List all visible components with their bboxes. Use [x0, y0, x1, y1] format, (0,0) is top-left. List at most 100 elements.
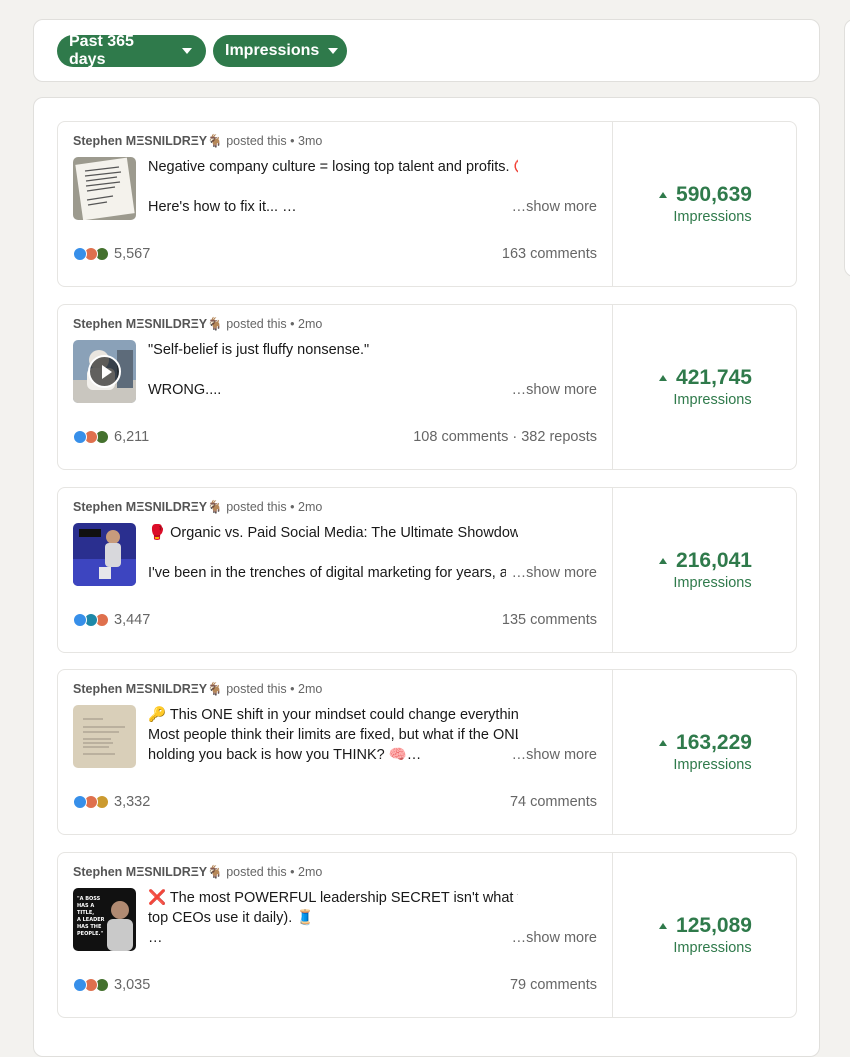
post-byline: Stephen MΞSNILDRΞY🐐 posted this • 2mo: [73, 500, 322, 515]
posted-label: posted this: [226, 317, 287, 331]
post-thumbnail[interactable]: [73, 157, 136, 220]
impressions-label: Impressions: [673, 757, 752, 773]
reactions[interactable]: 3,035: [73, 977, 150, 993]
post-text[interactable]: ❌ The most POWERFUL leadership SECRET is…: [148, 888, 518, 948]
metric-label: Impressions: [225, 42, 320, 59]
post-byline: Stephen MΞSNILDRΞY🐐 posted this • 2mo: [73, 317, 322, 332]
post-thumbnail[interactable]: [73, 340, 136, 403]
byline-separator: •: [290, 317, 295, 331]
impressions-number: 421,745: [676, 366, 752, 389]
post-card[interactable]: Stephen MΞSNILDRΞY🐐 posted this • 2mo 🔑 …: [57, 669, 797, 835]
author-name[interactable]: Stephen MΞSNILDRΞY🐐: [73, 317, 223, 331]
post-text-line: Most people think their limits are fixed…: [148, 727, 518, 743]
post-thumbnail[interactable]: [73, 523, 136, 586]
byline-separator: •: [290, 500, 295, 514]
post-text-line: …: [148, 930, 163, 946]
show-more-link[interactable]: …show more: [505, 930, 597, 946]
impressions-panel: 421,745 Impressions: [613, 305, 798, 469]
post-text[interactable]: 🔑 This ONE shift in your mindset could c…: [148, 705, 518, 765]
engagement-counts[interactable]: 74 comments: [510, 794, 597, 810]
post-card[interactable]: Stephen MΞSNILDRΞY🐐 posted this • 2mo "S…: [57, 304, 797, 470]
reaction-count[interactable]: 5,567: [114, 246, 150, 262]
impressions-number: 163,229: [676, 731, 752, 754]
reaction-count[interactable]: 3,332: [114, 794, 150, 810]
post-text-line: ❌ The most POWERFUL leadership SECRET is…: [148, 890, 518, 906]
svg-text:HAS THE: HAS THE: [77, 924, 102, 930]
impressions-value: 163,229: [659, 731, 752, 755]
post-text[interactable]: Negative company culture = losing top ta…: [148, 157, 518, 217]
engagement-counts[interactable]: 163 comments: [502, 246, 597, 262]
engagement-counts[interactable]: 79 comments: [510, 977, 597, 993]
reaction-like-icon: [73, 430, 87, 444]
author-name[interactable]: Stephen MΞSNILDRΞY🐐: [73, 134, 223, 148]
post-text-line: Here's how to fix it... …: [148, 199, 297, 215]
impressions-number: 216,041: [676, 549, 752, 572]
date-range-dropdown[interactable]: Past 365 days: [57, 33, 206, 68]
reactions[interactable]: 3,332: [73, 794, 150, 810]
show-more-link[interactable]: …show more: [505, 382, 597, 398]
impressions-panel: 216,041 Impressions: [613, 488, 798, 652]
post-age: 2mo: [298, 500, 323, 514]
impressions-value: 216,041: [659, 549, 752, 573]
svg-text:PEOPLE.": PEOPLE.": [77, 931, 103, 937]
post-list: Stephen MΞSNILDRΞY🐐 posted this • 3mo Ne…: [33, 97, 820, 1057]
post-text-line: [148, 543, 518, 563]
reaction-count[interactable]: 3,035: [114, 977, 150, 993]
reaction-count[interactable]: 6,211: [114, 429, 149, 445]
post-text-line: 🔑 This ONE shift in your mindset could c…: [148, 707, 518, 723]
show-more-link[interactable]: …show more: [505, 747, 597, 763]
metric-dropdown[interactable]: Impressions: [213, 35, 347, 67]
post-summary: Stephen MΞSNILDRΞY🐐 posted this • 2mo "S…: [58, 305, 613, 469]
byline-separator: •: [290, 682, 295, 696]
post-text-line: "Self-belief is just fluffy nonsense.": [148, 342, 370, 358]
trend-up-icon: [659, 192, 668, 198]
post-text-line: 🥊 Organic vs. Paid Social Media: The Ult…: [148, 525, 518, 541]
show-more-link[interactable]: …show more: [505, 199, 597, 215]
post-card[interactable]: Stephen MΞSNILDRΞY🐐 posted this • 2mo "A…: [57, 852, 797, 1018]
post-text-line: Negative company culture = losing top ta…: [148, 159, 518, 175]
caret-down-icon: [182, 48, 192, 54]
post-text[interactable]: "Self-belief is just fluffy nonsense." W…: [148, 340, 518, 400]
show-more-link[interactable]: …show more: [505, 565, 597, 581]
caret-down-icon: [328, 48, 339, 54]
post-summary: Stephen MΞSNILDRΞY🐐 posted this • 2mo "A…: [58, 853, 613, 1017]
post-thumbnail[interactable]: "A BOSS HAS A TITLE, A LEADER HAS THE PEOPLE.…: [73, 888, 136, 951]
post-summary: Stephen MΞSNILDRΞY🐐 posted this • 2mo 🥊 …: [58, 488, 613, 652]
side-panel: [844, 19, 850, 277]
trend-up-icon: [659, 923, 668, 929]
impressions-label: Impressions: [673, 940, 752, 956]
post-byline: Stephen MΞSNILDRΞY🐐 posted this • 2mo: [73, 865, 322, 880]
author-name[interactable]: Stephen MΞSNILDRΞY🐐: [73, 865, 223, 879]
post-text-line: I've been in the trenches of digital mar…: [148, 565, 513, 581]
svg-text:TITLE,: TITLE,: [77, 910, 94, 916]
post-text-line: top CEOs use it daily). 🧵: [148, 910, 315, 926]
trend-up-icon: [659, 558, 668, 564]
post-thumbnail[interactable]: [73, 705, 136, 768]
posted-label: posted this: [226, 134, 287, 148]
post-age: 3mo: [298, 134, 323, 148]
filter-bar: Past 365 days Impressions: [33, 19, 820, 82]
author-name[interactable]: Stephen MΞSNILDRΞY🐐: [73, 500, 223, 514]
date-range-label: Past 365 days: [69, 33, 134, 68]
impressions-label: Impressions: [673, 575, 752, 591]
reactions[interactable]: 5,567: [73, 246, 150, 262]
byline-separator: •: [290, 134, 295, 148]
post-text[interactable]: 🥊 Organic vs. Paid Social Media: The Ult…: [148, 523, 518, 583]
byline-separator: •: [290, 865, 295, 879]
reaction-count[interactable]: 3,447: [114, 612, 150, 628]
reactions[interactable]: 6,211: [73, 429, 149, 445]
svg-text:HAS A: HAS A: [77, 903, 94, 909]
posted-label: posted this: [226, 865, 287, 879]
post-card[interactable]: Stephen MΞSNILDRΞY🐐 posted this • 2mo 🥊 …: [57, 487, 797, 653]
impressions-panel: 125,089 Impressions: [613, 853, 798, 1017]
post-age: 2mo: [298, 865, 323, 879]
impressions-number: 590,639: [676, 183, 752, 206]
post-card[interactable]: Stephen MΞSNILDRΞY🐐 posted this • 3mo Ne…: [57, 121, 797, 287]
engagement-counts[interactable]: 108 comments · 382 reposts: [413, 429, 597, 445]
engagement-counts[interactable]: 135 comments: [502, 612, 597, 628]
reactions[interactable]: 3,447: [73, 612, 150, 628]
impressions-value: 421,745: [659, 366, 752, 390]
post-age: 2mo: [298, 682, 323, 696]
post-summary: Stephen MΞSNILDRΞY🐐 posted this • 2mo 🔑 …: [58, 670, 613, 834]
author-name[interactable]: Stephen MΞSNILDRΞY🐐: [73, 682, 223, 696]
